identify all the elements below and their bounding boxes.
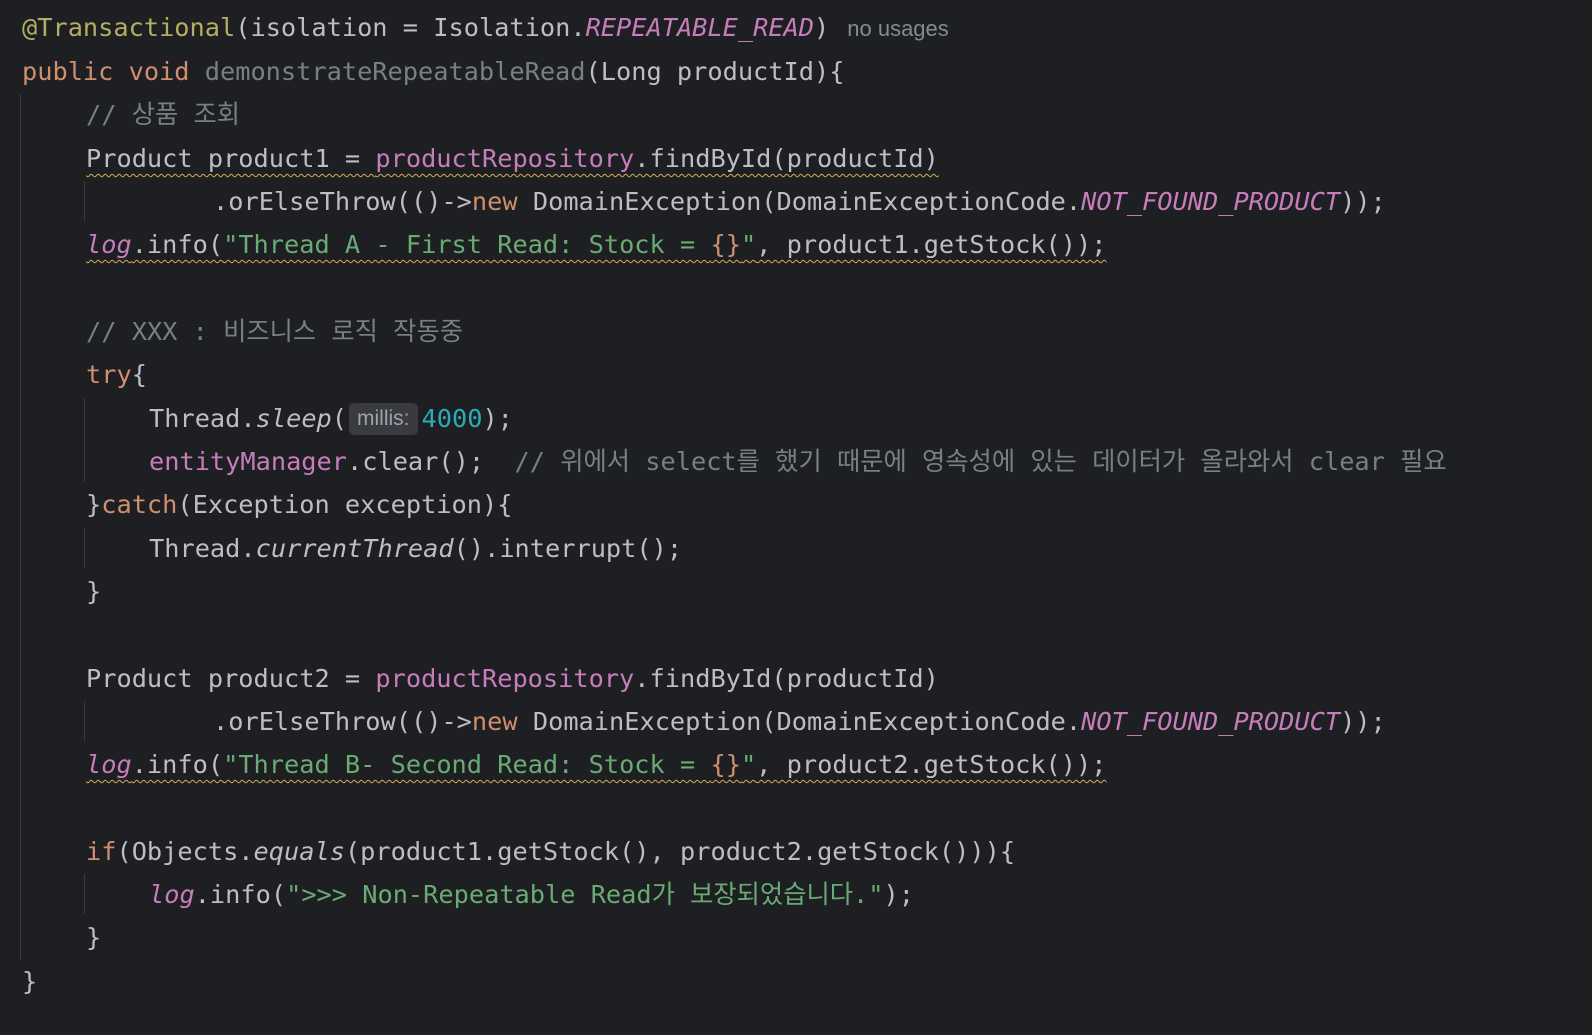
constant: NOT_FOUND_PRODUCT: [1081, 187, 1341, 216]
keyword-catch: catch: [101, 490, 178, 519]
end: );: [482, 404, 513, 433]
close-brace: }: [86, 923, 102, 952]
code-line-interrupt[interactable]: Thread.currentThread().interrupt();: [149, 527, 682, 570]
method: sleep: [255, 404, 332, 433]
code-line-log3[interactable]: log.info(">>> Non-Repeatable Read가 보장되었습…: [149, 873, 914, 916]
open: (: [331, 404, 348, 433]
close-brace: }: [86, 577, 102, 606]
rest: ().interrupt();: [453, 534, 683, 563]
code-line-try[interactable]: try{: [86, 353, 147, 396]
code-line-close-if[interactable]: }: [86, 916, 101, 959]
indent-guide-catch: [84, 528, 85, 568]
code-line-product1[interactable]: Product product1 = productRepository.fin…: [86, 137, 939, 180]
usages-hint[interactable]: no usages: [847, 16, 949, 41]
indent-guide-orelse1: [84, 181, 85, 221]
placeholder: {}: [710, 230, 741, 259]
class: Thread.: [149, 404, 256, 433]
keyword-new: new: [471, 187, 518, 216]
warning-squiggle: log.info("Thread B- Second Read: Stock =…: [86, 750, 1106, 779]
decl: Product product1 =: [86, 144, 376, 173]
code-editor[interactable]: @Transactional ( isolation = Isolation.REP…: [0, 0, 1592, 1035]
string-end: ": [740, 230, 757, 259]
code-line-orelse1[interactable]: .orElseThrow(()->new DomainException(Dom…: [213, 180, 1386, 223]
indent-guide-if: [84, 874, 85, 914]
logger: log: [86, 230, 132, 259]
code-line-comment2[interactable]: // XXX : 비즈니스 로직 작동중: [86, 310, 463, 353]
rest: , product2.getStock());: [756, 750, 1107, 779]
close-brace: }: [22, 967, 38, 996]
call: .findById(productId): [634, 144, 939, 173]
rest: (product1.getStock(), product2.getStock(…: [344, 837, 1016, 866]
number: 4000: [421, 404, 483, 433]
call: .info(: [131, 750, 224, 779]
end: ));: [1340, 187, 1386, 216]
string: "Thread B- Second Read: Stock =: [223, 750, 711, 779]
call: .orElseThrow(()->: [213, 187, 472, 216]
comment: // 위에서 select를 했기 때문에 영속성에 있는 데이터가 올라와서 …: [514, 447, 1447, 476]
indent-guide-method: [20, 94, 21, 960]
logger: log: [86, 750, 132, 779]
method: currentThread: [255, 534, 454, 563]
comment: // XXX : 비즈니스 로직 작동중: [86, 317, 463, 346]
brace: {: [131, 360, 147, 389]
field-repository: productRepository: [375, 664, 635, 693]
close-brace: }: [86, 490, 102, 519]
keyword-if: if: [86, 837, 117, 866]
field-entity-manager: entityManager: [149, 447, 347, 476]
code-line-signature[interactable]: public void demonstrateRepeatableRead(Lo…: [22, 50, 844, 93]
method-params: (Long productId){: [585, 57, 845, 86]
open: (Objects.: [116, 837, 254, 866]
rest: , product1.getStock());: [756, 230, 1107, 259]
indent-guide-orelse2: [84, 701, 85, 741]
modifiers: public void: [22, 57, 205, 86]
annotation-enum-class: Isolation.: [433, 13, 586, 42]
end: );: [883, 880, 914, 909]
method: equals: [253, 837, 345, 866]
call: .clear();: [347, 447, 485, 476]
annotation-enum-value: REPEATABLE_READ: [585, 13, 815, 42]
call: .findById(productId): [634, 664, 939, 693]
code-line-log2[interactable]: log.info("Thread B- Second Read: Stock =…: [86, 743, 1106, 786]
logger: log: [149, 880, 195, 909]
call: .orElseThrow(()->: [213, 707, 472, 736]
param-hint: millis:: [349, 403, 418, 435]
annotation-name: @Transactional: [22, 13, 236, 42]
class: Thread.: [149, 534, 256, 563]
constant: NOT_FOUND_PRODUCT: [1081, 707, 1341, 736]
annotation-arg: isolation: [250, 13, 388, 42]
decl: Product product2 =: [86, 664, 376, 693]
call: .info(: [131, 230, 224, 259]
code-line-close-catch[interactable]: }: [86, 570, 101, 613]
ctor: DomainException(DomainExceptionCode.: [517, 707, 1082, 736]
annotation-op: =: [387, 13, 434, 42]
comment: // 상품 조회: [86, 100, 241, 129]
code-line-log1[interactable]: log.info("Thread A - First Read: Stock =…: [86, 223, 1106, 266]
end: ));: [1340, 707, 1386, 736]
keyword-new: new: [471, 707, 518, 736]
code-line-if[interactable]: if(Objects.equals(product1.getStock(), p…: [86, 830, 1015, 873]
string: ">>> Non-Repeatable Read가 보장되었습니다.": [286, 880, 884, 909]
code-line-orelse2[interactable]: .orElseThrow(()->new DomainException(Dom…: [213, 700, 1386, 743]
code-line-catch[interactable]: }catch(Exception exception){: [86, 483, 512, 526]
code-line-close-method[interactable]: }: [22, 960, 37, 1003]
call: .info(: [194, 880, 287, 909]
string-end: ": [740, 750, 757, 779]
warning-squiggle: log.info("Thread A - First Read: Stock =…: [86, 230, 1106, 259]
rest: (Exception exception){: [177, 490, 513, 519]
string: "Thread A - First Read: Stock =: [223, 230, 711, 259]
field-repository: productRepository: [375, 144, 635, 173]
code-line-annotation[interactable]: @Transactional(isolation = Isolation.REP…: [22, 6, 949, 49]
code-line-clear[interactable]: entityManager.clear(); // 위에서 select를 했기…: [149, 440, 1447, 483]
ctor: DomainException(DomainExceptionCode.: [517, 187, 1082, 216]
code-line-comment1[interactable]: // 상품 조회: [86, 93, 240, 136]
warning-squiggle: Product product1 = productRepository.fin…: [86, 144, 939, 173]
code-line-product2[interactable]: Product product2 = productRepository.fin…: [86, 657, 939, 700]
keyword-try: try: [86, 360, 132, 389]
indent-guide-try: [84, 398, 85, 482]
code-line-sleep[interactable]: Thread.sleep(millis: 4000);: [149, 397, 513, 440]
method-name: demonstrateRepeatableRead: [204, 57, 586, 86]
placeholder: {}: [710, 750, 741, 779]
